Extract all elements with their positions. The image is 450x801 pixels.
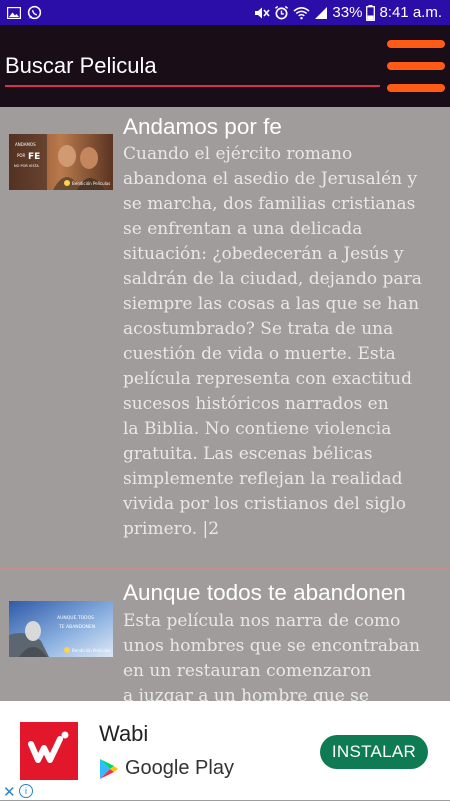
- signal-icon: [314, 6, 328, 20]
- mute-icon: [254, 6, 271, 20]
- search-input[interactable]: [5, 53, 380, 83]
- ad-app-name[interactable]: Wabi: [99, 721, 148, 747]
- movie-description: Cuando el ejército romano abandona el as…: [123, 144, 422, 539]
- whatsapp-icon: [27, 5, 42, 20]
- svg-text:FE: FE: [28, 152, 40, 162]
- store-name: Google Play: [125, 757, 234, 779]
- movie-thumbnail[interactable]: AUNQUE TODOS TE ABANDONEN Bendición Pelí…: [9, 601, 113, 657]
- svg-text:AUNQUE TODOS: AUNQUE TODOS: [57, 615, 94, 621]
- search-container: [5, 53, 380, 87]
- ad-close-icon[interactable]: ✕: [3, 783, 16, 801]
- ad-banner[interactable]: Wabi Google Play INSTALAR ✕ i: [0, 701, 450, 801]
- battery-percent: 33%: [332, 4, 363, 21]
- svg-text:POR: POR: [17, 153, 26, 158]
- status-left-icons: [0, 5, 42, 20]
- movie-title: Andamos por fe: [123, 114, 282, 139]
- search-underline: [5, 85, 380, 87]
- alarm-icon: [274, 5, 289, 20]
- movie-title: Aunque todos te abandonen: [123, 580, 406, 605]
- status-right: 33% 8:41 a.m.: [254, 4, 450, 21]
- movie-thumbnail[interactable]: ANDAMOS POR FE NO POR VISTA Bendición Pe…: [9, 134, 113, 190]
- status-time: 8:41 a.m.: [379, 4, 442, 21]
- svg-text:ANDAMOS: ANDAMOS: [15, 142, 36, 147]
- status-bar: 33% 8:41 a.m.: [0, 0, 450, 25]
- movie-item[interactable]: AUNQUE TODOS TE ABANDONEN Bendición Pelí…: [0, 569, 450, 702]
- image-icon: [7, 6, 21, 19]
- wifi-icon: [293, 6, 310, 20]
- wabi-app-icon[interactable]: [20, 722, 78, 780]
- install-button[interactable]: INSTALAR: [320, 735, 428, 769]
- google-play-icon: [99, 758, 119, 780]
- battery-icon: [366, 4, 376, 21]
- movie-item[interactable]: ANDAMOS POR FE NO POR VISTA Bendición Pe…: [0, 107, 450, 567]
- svg-text:NO POR VISTA: NO POR VISTA: [14, 164, 39, 168]
- hamburger-menu-icon[interactable]: [387, 40, 445, 92]
- google-play-badge: Google Play: [99, 757, 234, 780]
- movie-description: Esta película nos narra de como unos hom…: [123, 611, 421, 702]
- svg-text:Bendición Películas: Bendición Películas: [72, 648, 110, 653]
- ad-info-icon[interactable]: i: [19, 784, 33, 798]
- app-bar: [0, 25, 450, 107]
- svg-text:TE ABANDONEN: TE ABANDONEN: [58, 624, 95, 630]
- svg-text:Bendición Películas: Bendición Películas: [72, 181, 110, 186]
- movie-list: ANDAMOS POR FE NO POR VISTA Bendición Pe…: [0, 107, 450, 702]
